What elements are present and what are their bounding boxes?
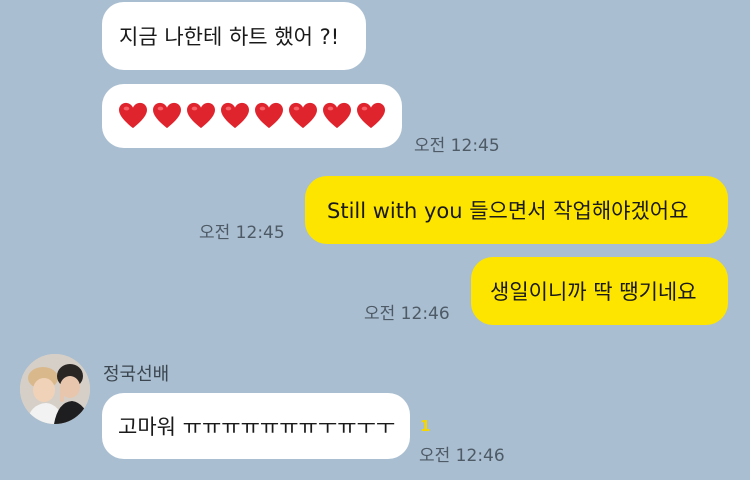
sender-name: 정국선배 <box>103 364 170 385</box>
incoming-message-bubble[interactable]: 지금 나한테 하트 했어 ?! <box>102 2 366 70</box>
heart-emoji-icon <box>187 102 215 129</box>
message-timestamp: 오전 12:46 <box>419 446 505 466</box>
message-timestamp: 오전 12:45 <box>199 223 285 243</box>
incoming-hearts-bubble[interactable] <box>102 84 402 148</box>
message-timestamp: 오전 12:45 <box>414 136 500 156</box>
message-text: 고마워 ㅠㅠㅠㅠㅠㅠㅠㅜㅠㅜㅜ <box>118 415 396 439</box>
message-text: 생일이니까 딱 땡기네요 <box>490 280 697 304</box>
incoming-message-bubble[interactable]: 고마워 ㅠㅠㅠㅠㅠㅠㅠㅜㅠㅜㅜ <box>102 393 410 459</box>
heart-emoji-icon <box>357 102 385 129</box>
heart-emoji-icon <box>153 102 181 129</box>
unread-count: 1 <box>420 417 431 435</box>
heart-emoji-icon <box>119 102 147 129</box>
sender-avatar[interactable] <box>20 354 90 424</box>
heart-emoji-icon <box>255 102 283 129</box>
message-timestamp: 오전 12:46 <box>364 304 450 324</box>
heart-emoji-icon <box>221 102 249 129</box>
outgoing-message-bubble[interactable]: 생일이니까 딱 땡기네요 <box>471 257 728 325</box>
message-text: 지금 나한테 하트 했어 ?! <box>119 25 340 49</box>
avatar-photo <box>20 354 90 424</box>
heart-emoji-icon <box>323 102 351 129</box>
outgoing-message-bubble[interactable]: Still with you 들으면서 작업해야겠어요 <box>305 176 728 244</box>
heart-emoji-icon <box>289 102 317 129</box>
message-text: Still with you 들으면서 작업해야겠어요 <box>327 199 689 223</box>
hearts-row <box>118 102 386 130</box>
